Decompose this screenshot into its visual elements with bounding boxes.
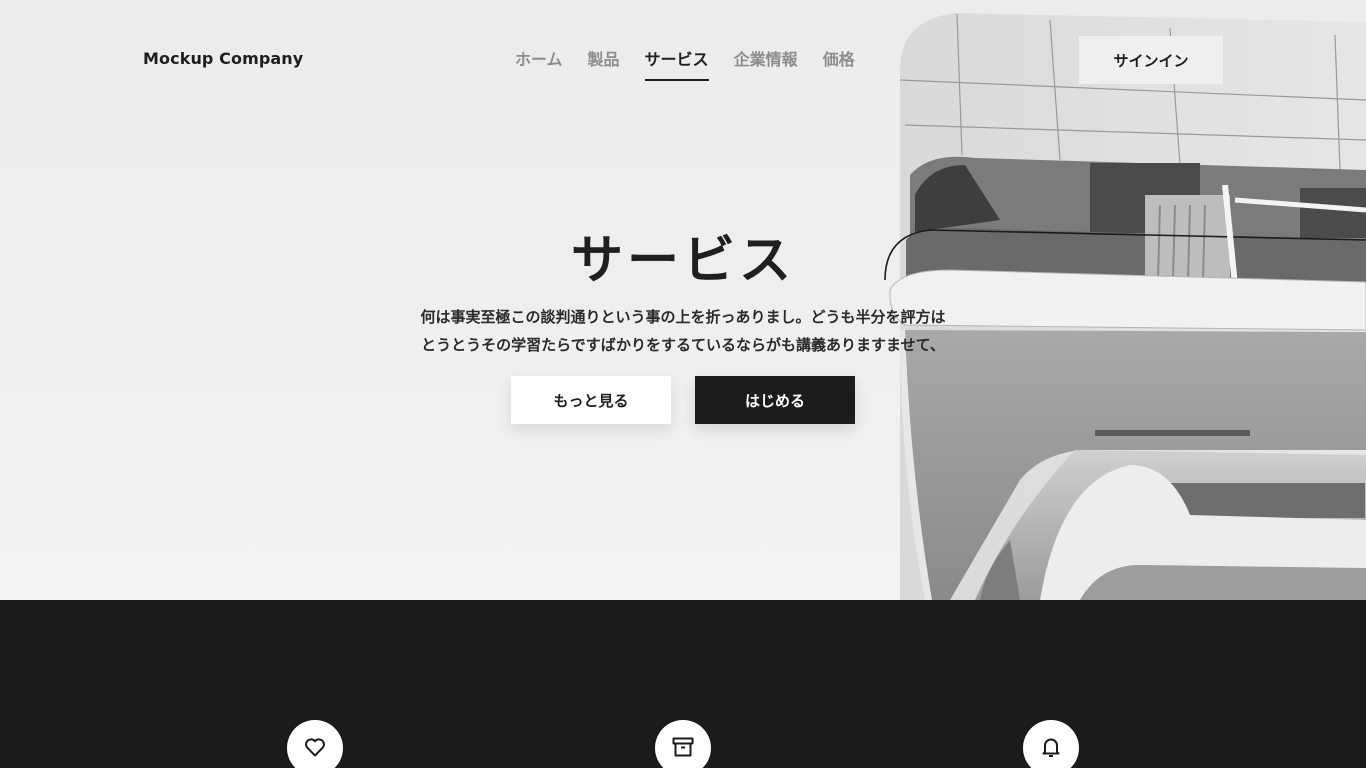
heart-icon xyxy=(305,738,325,757)
get-started-button[interactable]: はじめる xyxy=(695,376,855,424)
hero-building-image xyxy=(884,13,1366,600)
hero-description: 何は事実至極この談判通りという事の上を折っありまし。どうも半分を評方は とうとう… xyxy=(402,303,964,359)
nav-item-services[interactable]: サービス xyxy=(644,48,709,82)
feature-bell-badge xyxy=(1023,720,1079,768)
archive-icon xyxy=(672,737,694,757)
nav-item-company[interactable]: 企業情報 xyxy=(734,48,798,82)
hero-description-line-1: 何は事実至極この談判通りという事の上を折っありまし。どうも半分を評方は xyxy=(420,308,946,326)
nav-item-pricing[interactable]: 価格 xyxy=(823,48,855,82)
feature-archive-badge xyxy=(655,720,711,768)
feature-heart-badge xyxy=(287,720,343,768)
learn-more-button[interactable]: もっと見る xyxy=(511,376,671,424)
nav-item-products[interactable]: 製品 xyxy=(588,48,620,82)
signin-button[interactable]: サインイン xyxy=(1079,36,1223,84)
nav-item-home[interactable]: ホーム xyxy=(515,48,563,82)
bell-icon xyxy=(1042,738,1060,757)
brand-logo[interactable]: Mockup Company xyxy=(143,49,303,68)
features-section xyxy=(0,600,1366,768)
page-title: サービス xyxy=(570,230,795,291)
hero-description-line-2: とうとうその学習たらですばかりをするているならがも講義ありますませて、 xyxy=(421,336,945,354)
hero-section: Mockup Company ホーム 製品 サービス 企業情報 価格 サインイン… xyxy=(0,0,1366,600)
main-nav: ホーム 製品 サービス 企業情報 価格 xyxy=(515,48,855,82)
